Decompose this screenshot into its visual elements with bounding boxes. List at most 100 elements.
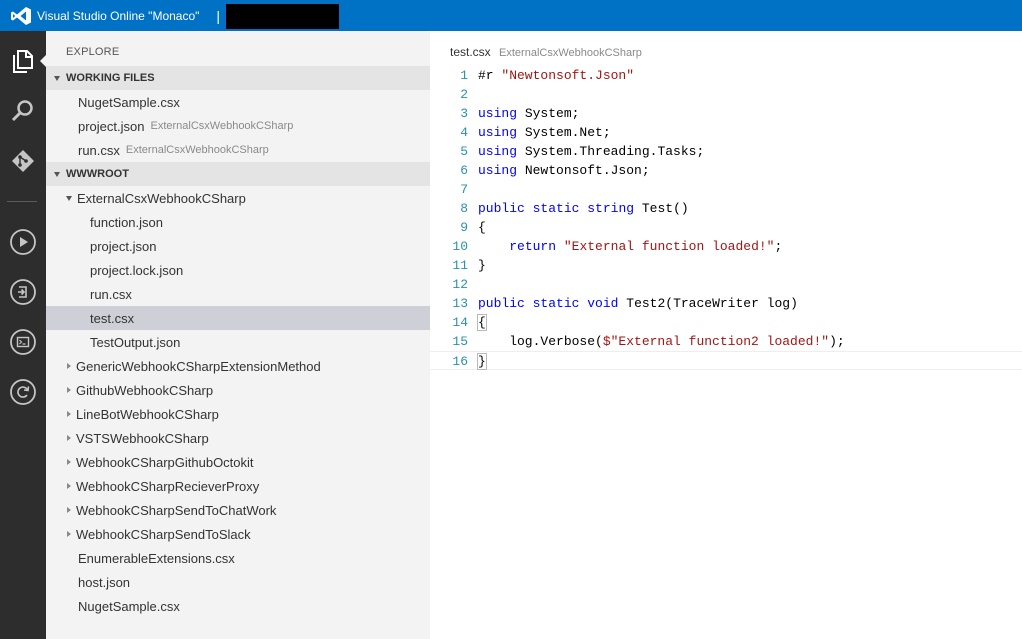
- folder-name: GithubWebhookCSharp: [76, 382, 214, 398]
- line-number: 10: [452, 239, 468, 254]
- explorer-sidebar: EXPLORE WORKING FILES NugetSample.csx pr…: [46, 31, 430, 639]
- line-number: 11: [452, 258, 468, 273]
- code-line[interactable]: 14 {: [430, 313, 1022, 332]
- deploy-icon[interactable]: [0, 270, 46, 314]
- chevron-down-icon: [54, 171, 60, 177]
- tree-file-item[interactable]: project.json: [46, 234, 430, 258]
- code-line[interactable]: 6 using Newtonsoft.Json;: [430, 161, 1022, 180]
- chevron-right-icon: [67, 507, 71, 513]
- run-icon[interactable]: [0, 220, 46, 264]
- code-line[interactable]: 15 log.Verbose($"External function2 load…: [430, 332, 1022, 351]
- folder-item-collapsed[interactable]: WebhookCSharpGithubOctokit: [46, 450, 430, 474]
- file-name: project.json: [78, 118, 145, 134]
- chevron-right-icon: [67, 531, 71, 537]
- folder-item-collapsed[interactable]: WebhookCSharpSendToSlack: [46, 522, 430, 546]
- refresh-icon[interactable]: [0, 370, 46, 414]
- folder-name: WebhookCSharpSendToChatWork: [76, 502, 277, 518]
- code-line[interactable]: 2: [430, 85, 1022, 104]
- code-line[interactable]: 3 using System;: [430, 104, 1022, 123]
- file-name: NugetSample.csx: [78, 598, 180, 614]
- tree-file-item[interactable]: project.lock.json: [46, 258, 430, 282]
- file-name: EnumerableExtensions.csx: [78, 550, 235, 566]
- code-area[interactable]: 1 #r "Newtonsoft.Json" 2 3 using System; 4 usi…: [430, 66, 1022, 370]
- activity-divider: [7, 201, 37, 202]
- folder-item-collapsed[interactable]: WebhookCSharpSendToChatWork: [46, 498, 430, 522]
- code-line[interactable]: 1 #r "Newtonsoft.Json": [430, 66, 1022, 85]
- folder-item-collapsed[interactable]: WebhookCSharpRecieverProxy: [46, 474, 430, 498]
- code-line[interactable]: 8 public static string Test(): [430, 199, 1022, 218]
- line-number: 7: [460, 182, 468, 197]
- folder-name: GenericWebhookCSharpExtensionMethod: [76, 358, 321, 374]
- folder-name: WebhookCSharpRecieverProxy: [76, 478, 260, 494]
- folder-item-collapsed[interactable]: VSTSWebhookCSharp: [46, 426, 430, 450]
- explore-title: EXPLORE: [66, 46, 120, 58]
- editor-title: test.csx ExternalCsxWebhookCSharp: [450, 45, 642, 59]
- tree-file-item[interactable]: TestOutput.json: [46, 330, 430, 354]
- folder-name: VSTSWebhookCSharp: [76, 430, 209, 446]
- chevron-down-icon: [66, 195, 72, 201]
- wwwroot-header[interactable]: WWWROOT: [46, 162, 430, 186]
- code-line[interactable]: 16}: [430, 351, 1022, 370]
- activity-bar: [0, 31, 46, 639]
- chevron-right-icon: [67, 363, 71, 369]
- folder-item-collapsed[interactable]: GenericWebhookCSharpExtensionMethod: [46, 354, 430, 378]
- redacted-box: [226, 4, 340, 29]
- line-number: 1: [460, 68, 468, 83]
- line-number: 6: [460, 163, 468, 178]
- code-text: public static void Test2(TraceWriter log…: [478, 296, 798, 311]
- line-number: 15: [452, 334, 468, 349]
- file-name: project.lock.json: [90, 262, 184, 278]
- tree-file-item-selected[interactable]: test.csx: [46, 306, 430, 330]
- code-line[interactable]: 7: [430, 180, 1022, 199]
- file-name: run.csx: [90, 286, 132, 302]
- working-files-label: WORKING FILES: [66, 72, 155, 84]
- code-line[interactable]: 11}: [430, 256, 1022, 275]
- wwwroot-label: WWWROOT: [66, 168, 129, 180]
- code-text: log.Verbose($"External function2 loaded!…: [478, 334, 845, 349]
- code-line[interactable]: 12: [430, 275, 1022, 294]
- folder-name: LineBotWebhookCSharp: [76, 406, 219, 422]
- code-text: using Newtonsoft.Json;: [478, 163, 650, 178]
- tree-file-item[interactable]: function.json: [46, 210, 430, 234]
- working-files-header[interactable]: WORKING FILES: [46, 66, 430, 90]
- folder-item-expanded[interactable]: ExternalCsxWebhookCSharp: [46, 186, 430, 210]
- line-number: 3: [460, 106, 468, 121]
- chevron-right-icon: [67, 387, 71, 393]
- code-line[interactable]: 4 using System.Net;: [430, 123, 1022, 142]
- tree-file-item[interactable]: host.json: [46, 570, 430, 594]
- code-text: return "External function loaded!";: [509, 239, 783, 254]
- line-number: 5: [460, 144, 468, 159]
- file-name: TestOutput.json: [90, 334, 181, 350]
- code-text: #r "Newtonsoft.Json": [478, 68, 635, 83]
- tree-file-item[interactable]: run.csx: [46, 282, 430, 306]
- title-bar: Visual Studio Online "Monaco" |: [0, 0, 1022, 31]
- tree-file-item[interactable]: EnumerableExtensions.csx: [46, 546, 430, 570]
- code-line[interactable]: 13 public static void Test2(TraceWriter l…: [430, 294, 1022, 313]
- folder-item-collapsed[interactable]: GithubWebhookCSharp: [46, 378, 430, 402]
- code-text: using System.Net;: [478, 125, 611, 140]
- line-number: 4: [460, 125, 468, 140]
- code-text: using System;: [478, 106, 580, 121]
- folder-name: WebhookCSharpSendToSlack: [76, 526, 251, 542]
- search-icon[interactable]: [0, 89, 46, 133]
- working-file-item[interactable]: NugetSample.csx: [46, 90, 430, 114]
- folder-item-collapsed[interactable]: LineBotWebhookCSharp: [46, 402, 430, 426]
- git-icon[interactable]: [0, 139, 46, 183]
- code-text: }: [478, 258, 486, 273]
- line-number: 14: [452, 315, 468, 330]
- code-line[interactable]: 5 using System.Threading.Tasks;: [430, 142, 1022, 161]
- tree-file-item[interactable]: NugetSample.csx: [46, 594, 430, 618]
- line-number: 8: [460, 201, 468, 216]
- code-line[interactable]: 10 return "External function loaded!";: [430, 237, 1022, 256]
- console-icon[interactable]: [0, 320, 46, 364]
- line-number: 9: [460, 220, 468, 235]
- code-line[interactable]: 9{: [430, 218, 1022, 237]
- title-separator: |: [216, 7, 221, 24]
- file-name: host.json: [78, 574, 131, 590]
- file-name: project.json: [90, 238, 157, 254]
- line-number: 13: [452, 296, 468, 311]
- file-name: run.csx: [78, 142, 120, 158]
- visual-studio-logo-icon: [11, 6, 31, 25]
- working-file-item[interactable]: project.json ExternalCsxWebhookCSharp: [46, 114, 430, 138]
- working-file-item[interactable]: run.csx ExternalCsxWebhookCSharp: [46, 138, 430, 162]
